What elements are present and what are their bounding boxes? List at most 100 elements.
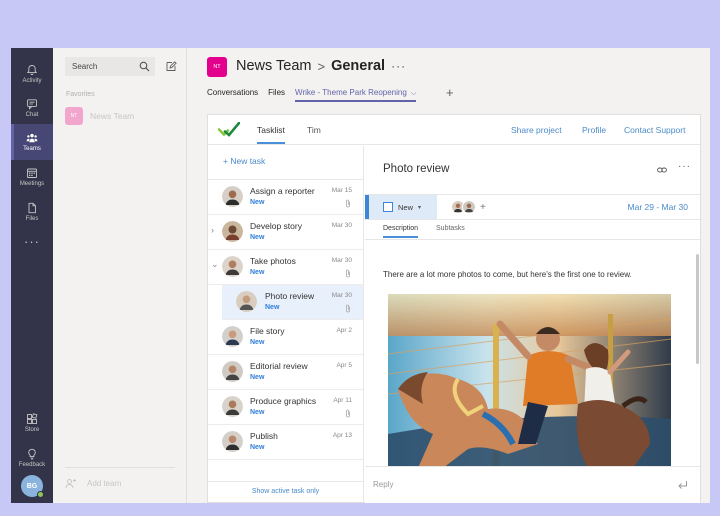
channel-more-button[interactable]: ··· [391, 59, 406, 73]
task-name: File story [250, 326, 285, 336]
rail-teams[interactable]: Teams [11, 124, 53, 160]
task-row[interactable]: File story New Apr 2 [208, 320, 363, 355]
add-assignee-button[interactable]: + [480, 202, 486, 213]
favorites-label: Favorites [66, 91, 95, 98]
search-icon[interactable] [139, 61, 150, 72]
tab-conversations[interactable]: Conversations [207, 88, 258, 102]
chevron-down-icon: ⌵ [411, 90, 417, 97]
rail-chat-label: Chat [25, 112, 39, 118]
date-range[interactable]: Mar 29 - Mar 30 [628, 202, 688, 212]
search-input[interactable]: Search [65, 57, 155, 76]
avatar [222, 396, 243, 417]
avatar [462, 200, 476, 214]
send-icon[interactable] [677, 480, 688, 490]
search-placeholder: Search [72, 62, 98, 71]
avatar [222, 326, 243, 347]
team-name: News Team [90, 111, 135, 121]
rail-store-label: Store [24, 427, 40, 433]
status-dropdown[interactable]: New ▾ [365, 195, 437, 219]
rail-chat[interactable]: Chat [11, 90, 53, 126]
task-name: Produce graphics [250, 396, 317, 406]
status-checkbox[interactable] [383, 202, 393, 212]
task-name: Publish [250, 431, 278, 441]
contact-support-link[interactable]: Contact Support [624, 125, 685, 135]
avatar [222, 221, 243, 242]
breadcrumb-separator: > [317, 58, 326, 74]
task-status: New [250, 339, 265, 346]
scrollbar[interactable] [696, 254, 699, 364]
divider [365, 239, 700, 240]
rail-meetings-label: Meetings [19, 181, 45, 187]
new-task-button[interactable]: + New task [223, 156, 265, 166]
presence-indicator [37, 491, 44, 498]
app-rail: Activity Chat Teams Meetings Files ··· S… [11, 48, 53, 503]
task-row[interactable]: Editorial review New Apr 5 [208, 355, 363, 390]
expand-icon[interactable]: › [211, 225, 214, 235]
rail-activity-label: Activity [22, 78, 42, 84]
add-tab-button[interactable]: + [446, 85, 454, 100]
task-date: Apr 5 [336, 362, 352, 369]
reply-input[interactable]: Reply [365, 466, 700, 503]
task-row[interactable]: Publish New Apr 13 [208, 425, 363, 460]
task-row[interactable]: ⌄ Take photos New Mar 30 [208, 250, 363, 285]
avatar [236, 291, 257, 312]
avatar [222, 431, 243, 452]
share-project-link[interactable]: Share project [511, 125, 562, 135]
task-status: New [250, 374, 265, 381]
tab-tasklist[interactable]: Tasklist [257, 125, 285, 144]
link-icon[interactable] [657, 166, 667, 174]
profile-link[interactable]: Profile [582, 125, 606, 135]
tab-wrike-label: Wrike - Theme Park Reopening [295, 88, 407, 97]
task-status: New [250, 444, 265, 451]
rail-teams-label: Teams [23, 146, 41, 152]
rail-more-button[interactable]: ··· [11, 234, 53, 249]
caret-down-icon: ▾ [418, 204, 422, 211]
tab-tim[interactable]: Tim [307, 125, 321, 135]
lightbulb-icon [28, 448, 36, 460]
task-date: Mar 30 [331, 292, 352, 299]
task-status-bar: New ▾ + Mar 29 - Mar 30 [365, 194, 700, 220]
task-status: New [265, 304, 280, 311]
task-row[interactable]: › Develop story New Mar 30 [208, 215, 363, 250]
favorite-team-item[interactable]: NT News Team [65, 107, 134, 125]
teams-window: Activity Chat Teams Meetings Files ··· S… [11, 48, 710, 503]
compose-icon[interactable] [165, 60, 177, 72]
team-avatar: NT [65, 107, 83, 125]
tab-wrike[interactable]: Wrike - Theme Park Reopening ⌵ [295, 88, 417, 102]
add-team-button[interactable]: Add team [65, 478, 121, 489]
status-label: New [398, 202, 414, 212]
user-avatar[interactable]: BG [21, 475, 44, 498]
rail-meetings[interactable]: Meetings [11, 159, 53, 195]
avatar [222, 186, 243, 207]
tab-subtasks[interactable]: Subtasks [436, 225, 465, 238]
paperclip-icon [346, 304, 350, 313]
task-status: New [250, 269, 265, 276]
teams-icon [26, 133, 38, 143]
assignees[interactable]: + [451, 200, 486, 214]
task-date: Mar 30 [331, 222, 352, 229]
add-team-label: Add team [87, 479, 122, 488]
task-row[interactable]: Assign a reporter New Mar 15 [208, 180, 363, 215]
task-row-selected[interactable]: Photo review New Mar 30 [222, 285, 363, 320]
avatar [222, 256, 243, 277]
rail-activity[interactable]: Activity [11, 56, 53, 92]
wrike-logo-icon [218, 122, 240, 137]
paperclip-icon [346, 199, 350, 208]
task-row[interactable]: Produce graphics New Apr 11 [208, 390, 363, 425]
channel-header: News Team > General ··· [236, 58, 406, 74]
task-more-button[interactable]: ··· [678, 161, 691, 172]
channel-name: General [331, 58, 386, 74]
task-status: New [250, 199, 265, 206]
show-active-toggle[interactable]: Show active task only [208, 488, 363, 495]
user-initials: BG [26, 482, 38, 490]
team-name-title[interactable]: News Team [236, 58, 311, 74]
task-description: There are a lot more photos to come, but… [383, 270, 632, 279]
tab-files[interactable]: Files [268, 88, 285, 102]
tab-description[interactable]: Description [383, 225, 419, 238]
rail-feedback-label: Feedback [18, 462, 46, 468]
rail-feedback[interactable]: Feedback [11, 440, 53, 476]
rail-store[interactable]: Store [11, 405, 53, 441]
rail-files[interactable]: Files [11, 194, 53, 230]
carousel-photo [388, 294, 671, 468]
collapse-icon[interactable]: ⌄ [211, 259, 219, 270]
